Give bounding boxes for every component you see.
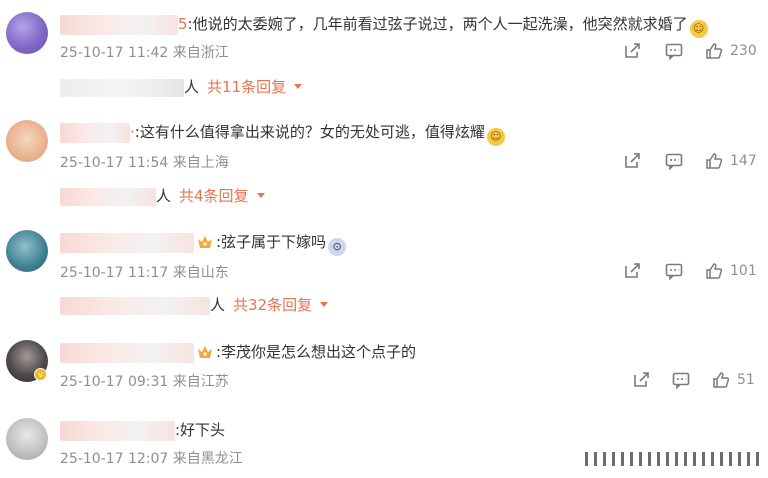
comment-source: 来自黑龙江 [172,451,243,467]
chevron-down-icon [256,193,265,198]
loading-bars-icon [585,452,759,466]
comment-text: :弦子属于下嫁吗 [216,233,327,251]
like-icon[interactable] [704,41,724,61]
reply-username-blurred [60,296,210,315]
share-icon[interactable] [631,370,651,390]
verified-badge-icon: v [34,368,47,381]
crown-icon [198,236,212,248]
comment-icon[interactable] [664,151,684,171]
comment-item: ·:这有什么值得拿出来说的？女的无处可逃，值得炫耀 ☺ 25-10-17 11:5… [0,108,768,218]
reply-username-blurred [60,187,156,206]
share-icon[interactable] [622,151,642,171]
comment-date: 25-10-17 09:31 [60,374,169,390]
comment-item: :弦子属于下嫁吗 ⊙ 25-10-17 11:17 来自山东 101 人共32条回… [0,218,768,328]
crown-icon [198,346,212,358]
username-blurred[interactable] [60,342,194,363]
comment-meta: 25-10-17 11:54 来自上海 [60,152,229,172]
reply-summary[interactable]: 人共32条回复 [60,294,329,316]
comment-meta: 25-10-17 09:31 来自江苏 [60,371,229,391]
like-count: 230 [730,43,757,59]
reply-username-tail: 人 [156,187,172,205]
username-blurred[interactable] [60,122,130,143]
comment-text: :好下头 [175,421,226,439]
scared-emoji-icon: ⊙ [328,238,347,256]
comment-date: 25-10-17 11:42 [60,45,169,61]
comment-line: :弦子属于下嫁吗 ⊙ [60,230,348,256]
comment-line: 5:他说的太委婉了，几年前看过弦子说过，两个人一起洗澡，他突然就求婚了 ☺ [60,12,710,38]
avatar[interactable] [6,12,48,54]
avatar[interactable] [6,230,48,272]
reply-summary[interactable]: 人共11条回复 [60,76,303,98]
share-icon[interactable] [622,261,642,281]
view-replies-link[interactable]: 共11条回复 [207,78,286,96]
comment-actions: 101 [622,261,757,281]
comment-line: ·:这有什么值得拿出来说的？女的无处可逃，值得炫耀 ☺ [60,120,507,146]
share-icon[interactable] [622,41,642,61]
laugh-cry-emoji-icon: ☺ [486,128,505,146]
comment-item: v :李茂你是怎么想出这个点子的 25-10-17 09:31 来自江苏 51 [0,328,768,410]
comment-text: :他说的太委婉了，几年前看过弦子说过，两个人一起洗澡，他突然就求婚了 [187,15,688,33]
comment-actions: 51 [631,370,755,390]
like-count: 51 [737,372,755,388]
view-replies-link[interactable]: 共32条回复 [233,296,312,314]
comment-icon[interactable] [664,261,684,281]
comment-icon[interactable] [671,370,691,390]
like-icon[interactable] [704,261,724,281]
comment-date: 25-10-17 11:54 [60,155,169,171]
comment-meta: 25-10-17 12:07 来自黑龙江 [60,448,243,468]
comment-source: 来自上海 [172,155,229,171]
like-icon[interactable] [711,370,731,390]
like-count: 147 [730,153,757,169]
comment-text: :这有什么值得拿出来说的？女的无处可逃，值得炫耀 [134,123,485,141]
comment-date: 25-10-17 11:17 [60,265,169,281]
username-blurred[interactable] [60,420,175,441]
comment-source: 来自江苏 [172,374,229,390]
comment-date: 25-10-17 12:07 [60,451,169,467]
comment-text: :李茂你是怎么想出这个点子的 [216,343,417,361]
comment-source: 来自浙江 [172,45,229,61]
comment-item: :好下头 25-10-17 12:07 来自黑龙江 [0,410,768,478]
chevron-down-icon [294,84,303,89]
reply-username-tail: 人 [210,296,226,314]
comment-line: :李茂你是怎么想出这个点子的 [60,340,416,364]
laugh-cry-emoji-icon: ☺ [689,20,708,38]
reply-summary[interactable]: 人共4条回复 [60,185,265,207]
view-replies-link[interactable]: 共4条回复 [179,187,249,205]
comment-line: :好下头 [60,418,225,442]
chevron-down-icon [320,302,329,307]
reply-username-tail: 人 [184,78,200,96]
comment-actions: 147 [622,151,757,171]
avatar[interactable] [6,120,48,162]
avatar[interactable] [6,418,48,460]
username-blurred[interactable] [60,232,194,253]
comment-icon[interactable] [664,41,684,61]
username-tail[interactable]: 5 [178,15,188,33]
reply-username-blurred [60,78,184,97]
comment-item: 5:他说的太委婉了，几年前看过弦子说过，两个人一起洗澡，他突然就求婚了 ☺ 25-… [0,0,768,108]
comment-meta: 25-10-17 11:42 来自浙江 [60,42,229,62]
comment-meta: 25-10-17 11:17 来自山东 [60,262,229,282]
like-icon[interactable] [704,151,724,171]
like-count: 101 [730,263,757,279]
comment-source: 来自山东 [172,265,229,281]
username-blurred[interactable] [60,14,178,35]
comment-actions: 230 [622,41,757,61]
